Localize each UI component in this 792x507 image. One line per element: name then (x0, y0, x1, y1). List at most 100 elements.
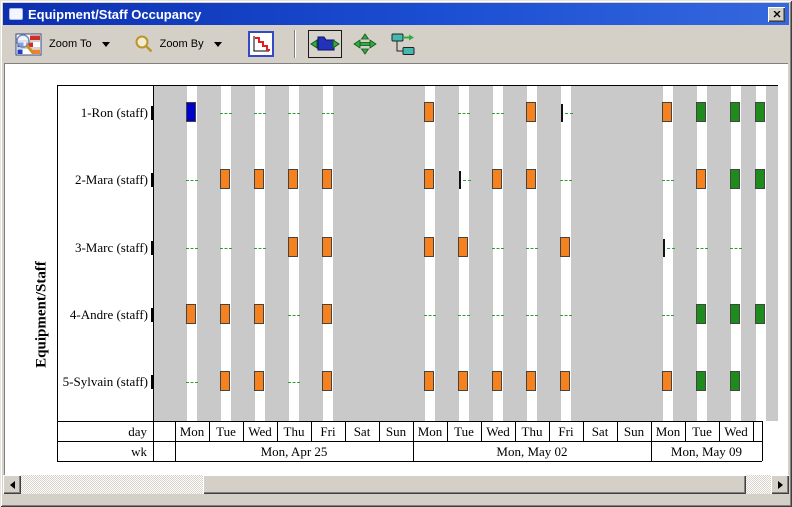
zoom-to-chart-icon (13, 32, 43, 57)
availability-dash (322, 113, 334, 114)
flow-diagram-icon (390, 32, 416, 56)
occupancy-bar[interactable] (254, 169, 264, 189)
occupancy-bar[interactable] (424, 102, 434, 122)
occupancy-bar[interactable] (322, 169, 332, 189)
occupancy-bar[interactable] (458, 371, 468, 391)
grid-line (57, 85, 58, 461)
occupancy-bar[interactable] (755, 102, 765, 122)
toolbar-separator (294, 30, 296, 58)
availability-dash (560, 180, 572, 181)
row-tick (151, 241, 153, 255)
availability-dash (458, 113, 470, 114)
zoom-by-caret-icon[interactable] (214, 42, 222, 47)
occupancy-bar[interactable] (424, 237, 434, 257)
occupancy-bar[interactable] (755, 169, 765, 189)
occupancy-bar[interactable] (696, 371, 706, 391)
occupancy-bar[interactable] (322, 304, 332, 324)
availability-dash (696, 248, 708, 249)
occupancy-bar[interactable] (322, 371, 332, 391)
occupancy-bar[interactable] (662, 102, 672, 122)
week-header-cell: Mon, May 02 (413, 442, 651, 461)
occupancy-bar[interactable] (730, 169, 740, 189)
h-scrollbar[interactable] (3, 475, 789, 494)
occupancy-bar[interactable] (424, 371, 434, 391)
occupancy-bar[interactable] (288, 169, 298, 189)
availability-dash (526, 248, 538, 249)
occupancy-bar[interactable] (220, 304, 230, 324)
window-title: Equipment/Staff Occupancy (28, 7, 768, 22)
occupancy-bar[interactable] (696, 102, 706, 122)
title-bar[interactable]: Equipment/Staff Occupancy (3, 3, 789, 25)
availability-dash (730, 248, 742, 249)
chart-area: Equipment/Staff MonTueWedThuFriSatSunMon… (4, 63, 788, 475)
occupancy-bar[interactable] (288, 237, 298, 257)
day-header-cell: Sun (379, 422, 413, 441)
week-header-cell: Mon, Apr 25 (175, 442, 413, 461)
milestone-tick (459, 171, 461, 189)
row-tick (151, 375, 153, 389)
zoom-by-label[interactable]: Zoom By (160, 38, 204, 50)
occupancy-bar[interactable] (322, 237, 332, 257)
occupancy-bar[interactable] (560, 371, 570, 391)
grid-line (753, 421, 754, 441)
fit-view-button[interactable] (308, 30, 342, 58)
availability-dash (526, 315, 538, 316)
occupancy-bar[interactable] (755, 304, 765, 324)
day-header-cell: Mon (651, 422, 685, 441)
occupancy-bar[interactable] (492, 371, 502, 391)
magnifier-icon (134, 34, 154, 54)
availability-dash (560, 315, 572, 316)
occupancy-bar[interactable] (560, 237, 570, 257)
occupancy-bar[interactable] (254, 371, 264, 391)
scroll-left-button[interactable] (3, 475, 21, 494)
zoom-to-label[interactable]: Zoom To (49, 38, 92, 50)
gantt-chart-button[interactable] (248, 31, 274, 57)
workday-strip (756, 85, 766, 421)
occupancy-bar[interactable] (186, 304, 196, 324)
occupancy-bar[interactable] (220, 169, 230, 189)
occupancy-bar[interactable] (526, 102, 536, 122)
app-icon (9, 8, 23, 20)
occupancy-bar[interactable] (186, 102, 196, 122)
availability-dash (662, 315, 674, 316)
row-label: 3-Marc (staff) (57, 239, 148, 257)
row-label: 4-Andre (staff) (57, 306, 148, 324)
zoom-to-caret-icon[interactable] (102, 42, 110, 47)
row-tick (151, 173, 153, 187)
layout-button[interactable] (390, 32, 416, 56)
scroll-right-button[interactable] (771, 475, 789, 494)
occupancy-bar[interactable] (492, 169, 502, 189)
milestone-tick (561, 104, 563, 122)
occupancy-bar[interactable] (254, 304, 264, 324)
occupancy-bar[interactable] (526, 169, 536, 189)
availability-dash (565, 113, 573, 114)
four-way-arrow-icon (352, 32, 378, 56)
pan-view-button[interactable] (352, 32, 378, 56)
availability-dash (662, 180, 674, 181)
occupancy-bar[interactable] (458, 237, 468, 257)
availability-dash (254, 248, 266, 249)
occupancy-bar[interactable] (662, 371, 672, 391)
occupancy-bar[interactable] (696, 304, 706, 324)
close-button[interactable] (768, 7, 785, 22)
scroll-thumb[interactable] (203, 475, 746, 494)
grid-line (57, 461, 762, 462)
occupancy-bar[interactable] (730, 304, 740, 324)
wk-corner-label: wk (57, 442, 147, 461)
zoom-by-button[interactable] (134, 34, 154, 54)
occupancy-bar[interactable] (730, 371, 740, 391)
occupancy-bar[interactable] (424, 169, 434, 189)
occupancy-bar[interactable] (696, 169, 706, 189)
grid-line (153, 85, 154, 461)
availability-dash (492, 248, 504, 249)
occupancy-bar[interactable] (730, 102, 740, 122)
occupancy-bar[interactable] (220, 371, 230, 391)
scroll-right-icon (778, 481, 783, 489)
row-label: 1-Ron (staff) (57, 104, 148, 122)
occupancy-bar[interactable] (526, 371, 536, 391)
day-header-cell: Fri (549, 422, 583, 441)
grid-line (57, 85, 778, 86)
zoom-to-button[interactable] (13, 32, 43, 57)
day-header-cell: Sun (617, 422, 651, 441)
availability-dash (463, 180, 471, 181)
